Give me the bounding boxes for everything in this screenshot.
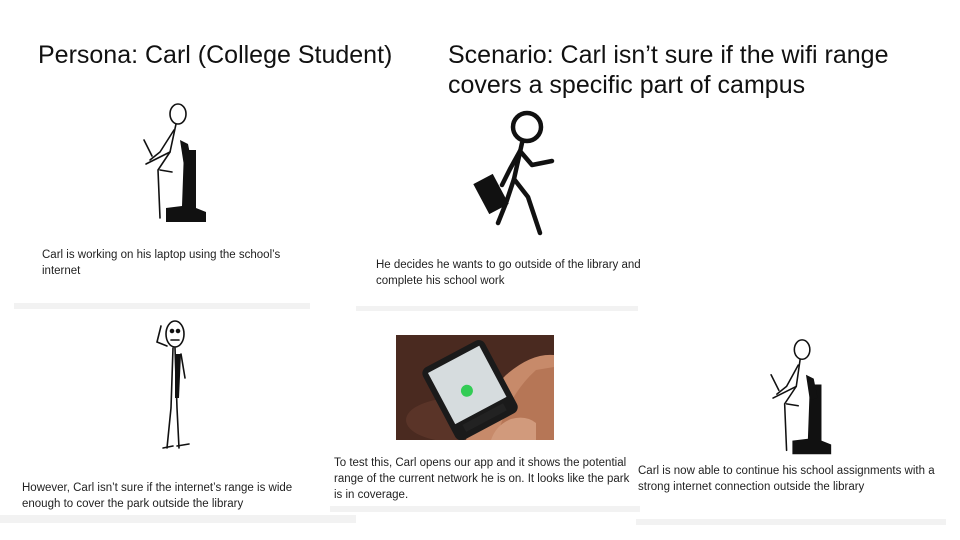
panel-divider (636, 519, 946, 525)
person-at-laptop-icon (770, 339, 832, 455)
panel-divider (14, 303, 310, 309)
panel-1-caption: Carl is working on his laptop using the … (42, 249, 281, 277)
person-thinking-icon (156, 320, 190, 449)
slide: Persona: Carl (College Student) Scenario… (0, 0, 960, 540)
person-at-laptop-icon (143, 103, 206, 222)
scenario-title: Scenario: Carl isn’t sure if the wifi ra… (448, 41, 889, 99)
panel-divider (0, 515, 356, 523)
persona-title: Persona: Carl (College Student) (38, 41, 393, 69)
panel-divider (356, 306, 638, 311)
panel-3-caption: However, Carl isn’t sure if the internet… (22, 482, 293, 510)
phone-photo (396, 335, 554, 440)
panel-divider (330, 506, 640, 512)
person-walking-icon (473, 110, 555, 236)
panel-4-caption: To test this, Carl opens our app and it … (334, 457, 630, 501)
panel-5-caption: Carl is now able to continue his school … (638, 465, 935, 493)
panel-2-caption: He decides he wants to go outside of the… (376, 259, 641, 287)
